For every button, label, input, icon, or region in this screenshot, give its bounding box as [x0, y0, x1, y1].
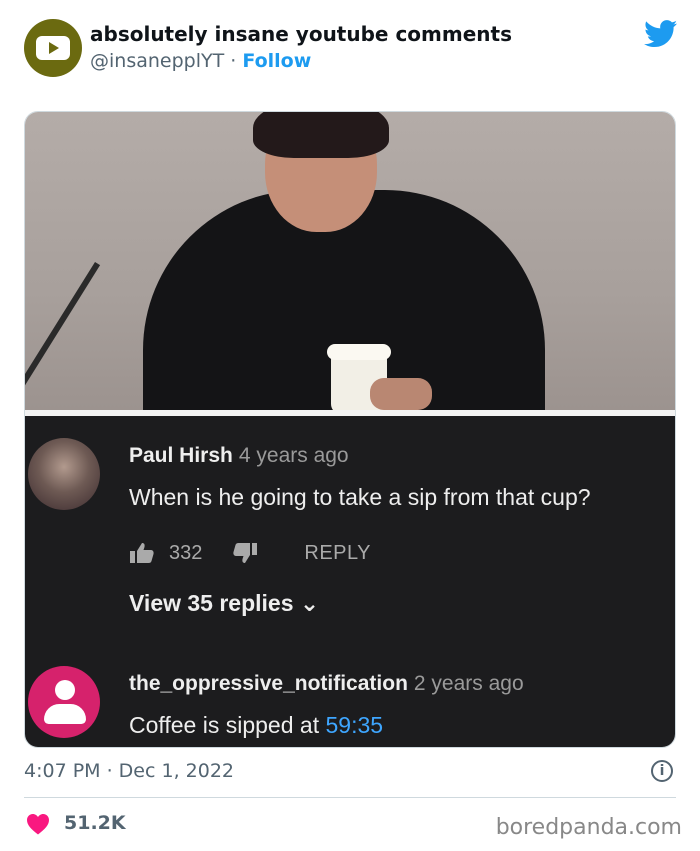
speaker-hair	[253, 112, 389, 158]
source-watermark: boredpanda.com	[495, 815, 682, 840]
tweet-timestamp[interactable]: 4:07 PM · Dec 1, 2022	[24, 760, 234, 782]
tweet-media[interactable]: Paul Hirsh 4 years ago When is he going t…	[24, 111, 676, 748]
divider	[24, 797, 676, 798]
microphone	[25, 262, 101, 410]
comment-like-count: 332	[169, 541, 203, 564]
comment-author: Paul Hirsh	[129, 444, 233, 467]
video-timestamp-link: 59:35	[325, 712, 384, 738]
comment-author-line: Paul Hirsh 4 years ago	[129, 444, 349, 468]
comment-text: Coffee is sipped at 59:35	[129, 712, 384, 738]
comment-age: 2 years ago	[413, 672, 524, 695]
view-replies-link: View 35 replies ⌄	[129, 590, 320, 616]
info-icon[interactable]: i	[651, 760, 673, 782]
comment-avatar	[28, 666, 100, 738]
twitter-bird-icon[interactable]	[644, 20, 678, 48]
coffee-cup-lid	[327, 344, 391, 360]
tweet-card: absolutely insane youtube comments @insa…	[0, 0, 700, 851]
follow-button[interactable]: Follow	[242, 50, 311, 72]
author-handle[interactable]: @insanepplYT	[90, 50, 224, 72]
profile-avatar[interactable]	[24, 19, 82, 77]
video-frame	[25, 112, 675, 410]
reply-button: REPLY	[304, 541, 371, 564]
youtube-comments: Paul Hirsh 4 years ago When is he going t…	[25, 416, 675, 747]
comment-age: 4 years ago	[238, 444, 349, 467]
comment-text: When is he going to take a sip from that…	[129, 484, 591, 510]
speaker-hand	[370, 378, 432, 410]
comment-avatar	[28, 438, 100, 510]
default-user-icon	[55, 680, 75, 700]
like-count[interactable]: 51.2K	[64, 812, 126, 834]
comment-author: the_oppressive_notification	[129, 672, 408, 695]
heart-icon[interactable]	[26, 813, 50, 835]
comment-author-line: the_oppressive_notification 2 years ago	[129, 672, 524, 696]
author-handle-row: @insanepplYT · Follow	[90, 50, 311, 72]
comment-actions: 332 REPLY	[129, 540, 371, 566]
thumb-down-icon	[233, 543, 258, 563]
thumb-up-icon	[130, 543, 154, 563]
youtube-logo-icon	[36, 36, 70, 60]
separator: ·	[230, 50, 237, 72]
author-name[interactable]: absolutely insane youtube comments	[90, 22, 512, 46]
